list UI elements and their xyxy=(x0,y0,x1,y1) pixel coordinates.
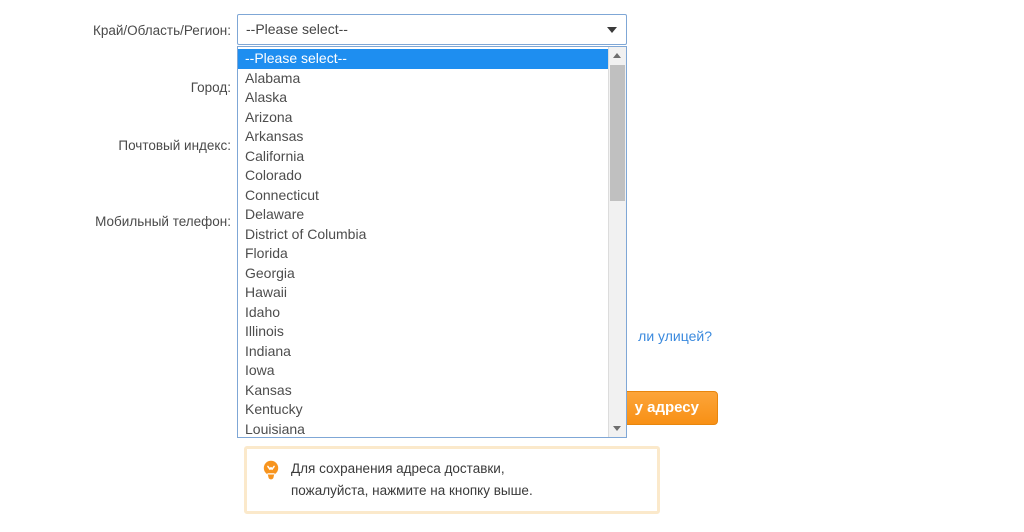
region-option[interactable]: Kansas xyxy=(238,381,608,401)
region-option[interactable]: Georgia xyxy=(238,264,608,284)
label-city: Город: xyxy=(190,80,231,95)
region-option[interactable]: Delaware xyxy=(238,205,608,225)
region-option[interactable]: Arizona xyxy=(238,108,608,128)
region-option[interactable]: Idaho xyxy=(238,303,608,323)
region-select[interactable]: --Please select-- xyxy=(237,14,627,45)
region-select-value: --Please select-- xyxy=(246,21,348,37)
region-option[interactable]: Iowa xyxy=(238,361,608,381)
region-option[interactable]: Colorado xyxy=(238,166,608,186)
region-option[interactable]: District of Columbia xyxy=(238,225,608,245)
region-option-list[interactable]: --Please select-- Alabama Alaska Arizona Ark… xyxy=(238,47,608,437)
region-option[interactable]: California xyxy=(238,147,608,167)
region-option[interactable]: Hawaii xyxy=(238,283,608,303)
region-option[interactable]: Alaska xyxy=(238,88,608,108)
triangle-up-icon xyxy=(613,53,621,58)
scrollbar-down-button[interactable] xyxy=(609,420,626,437)
region-option[interactable]: Arkansas xyxy=(238,127,608,147)
scrollbar-thumb[interactable] xyxy=(610,65,625,201)
label-zip: Почтовый индекс: xyxy=(118,138,231,153)
label-phone: Мобильный телефон: xyxy=(95,214,231,229)
region-option[interactable]: Illinois xyxy=(238,322,608,342)
region-option[interactable]: Alabama xyxy=(238,69,608,89)
label-region: Край/Область/Регион: xyxy=(93,23,231,38)
region-option[interactable]: Connecticut xyxy=(238,186,608,206)
scrollbar-up-button[interactable] xyxy=(609,47,626,64)
region-option[interactable]: --Please select-- xyxy=(238,49,608,69)
hint-box: Для сохранения адреса доставки, пожалуйс… xyxy=(244,446,660,514)
triangle-down-icon xyxy=(613,426,621,431)
region-listbox[interactable]: --Please select-- Alabama Alaska Arizona Ark… xyxy=(237,46,627,438)
region-option[interactable]: Indiana xyxy=(238,342,608,362)
region-option[interactable]: Louisiana xyxy=(238,420,608,438)
region-listbox-scrollbar[interactable] xyxy=(608,47,626,437)
region-option[interactable]: Florida xyxy=(238,244,608,264)
lightbulb-icon xyxy=(261,459,281,483)
hint-text: Для сохранения адреса доставки, пожалуйс… xyxy=(291,461,533,498)
chevron-down-icon[interactable] xyxy=(607,27,617,33)
region-option[interactable]: Kentucky xyxy=(238,400,608,420)
